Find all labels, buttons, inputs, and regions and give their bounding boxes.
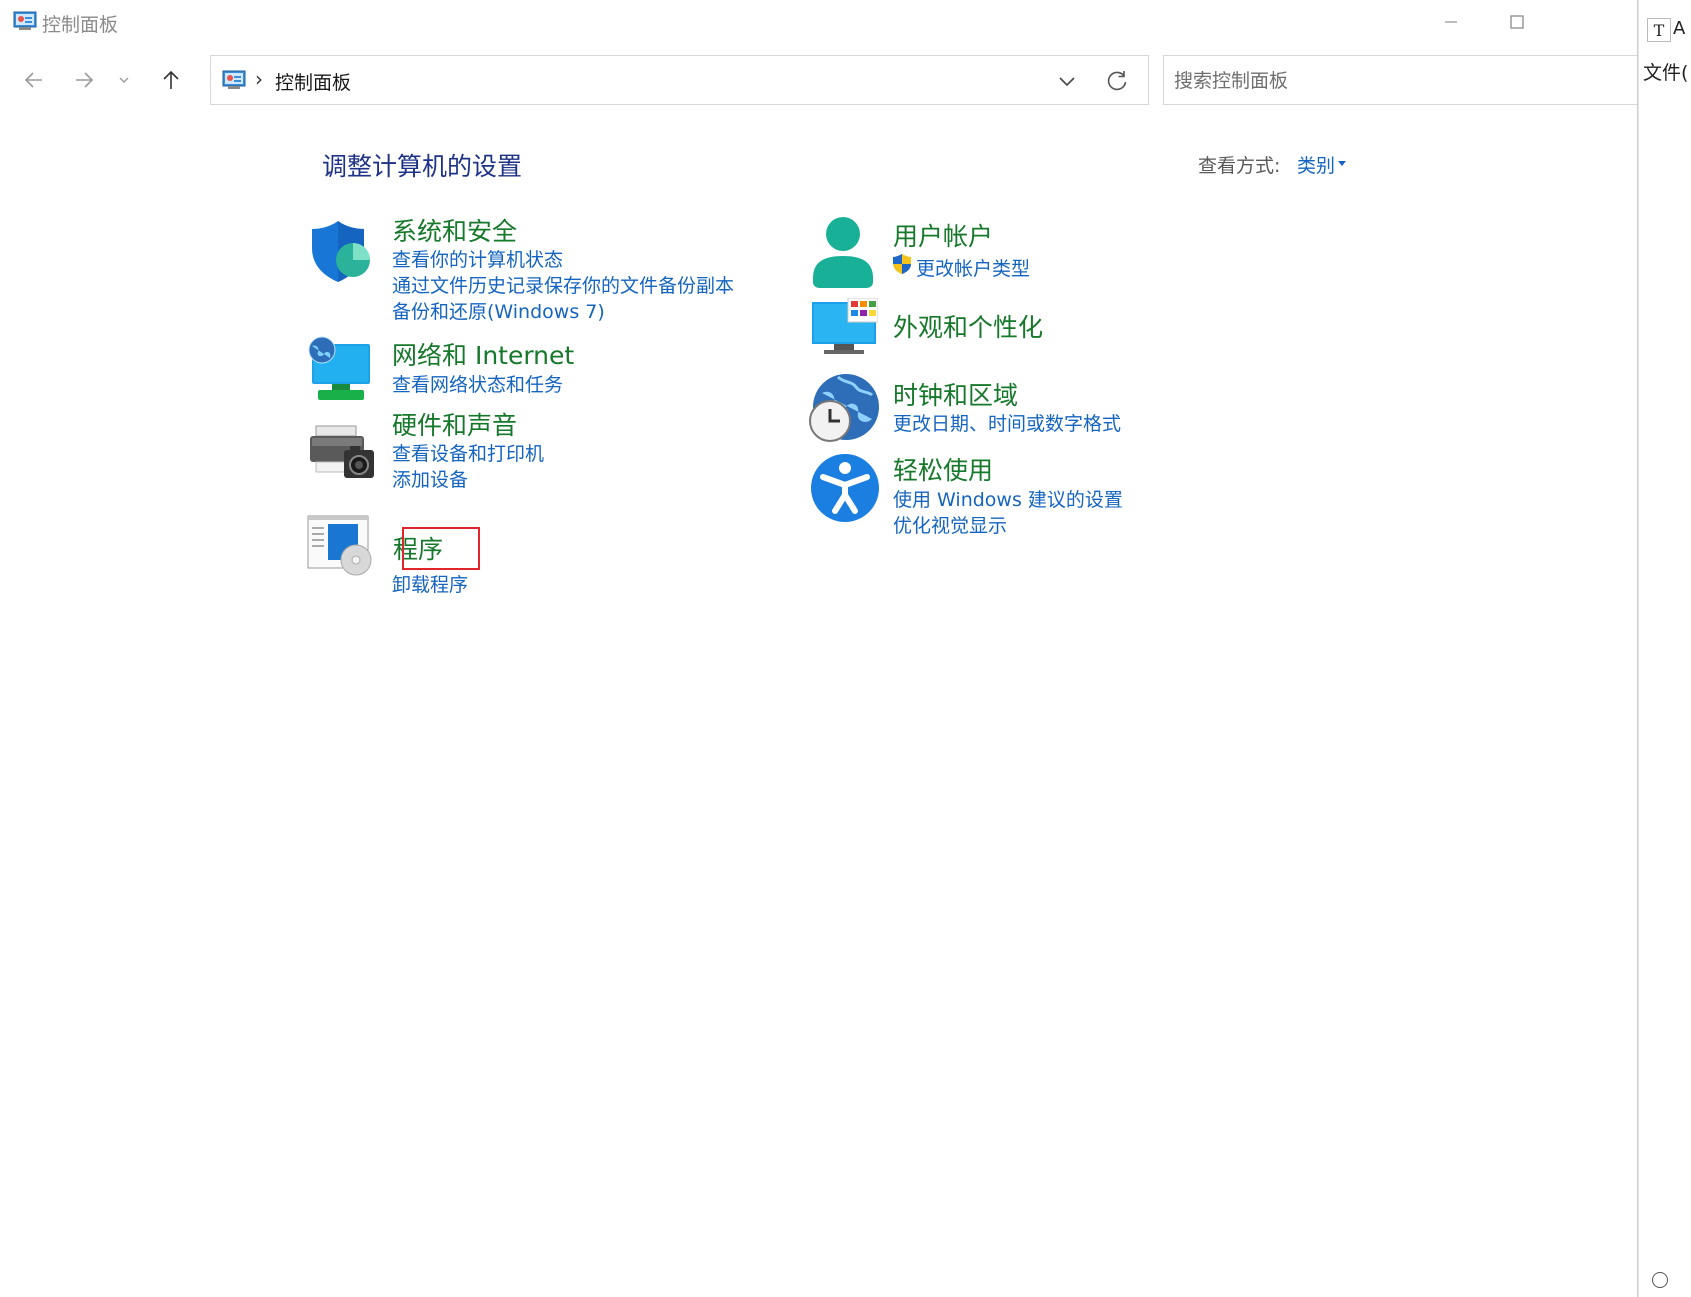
link-view-computer-status[interactable]: 查看你的计算机状态: [392, 245, 563, 272]
search-input[interactable]: [1164, 56, 1649, 106]
maximize-icon: [1510, 15, 1524, 29]
user-icon[interactable]: [810, 216, 876, 288]
link-change-date-time-format[interactable]: 更改日期、时间或数字格式: [893, 409, 1121, 436]
category-system-security[interactable]: 系统和安全: [392, 212, 517, 248]
minimize-icon: [1445, 21, 1457, 23]
printer-camera-icon[interactable]: [308, 424, 376, 484]
accessibility-icon[interactable]: [810, 453, 880, 523]
network-icon[interactable]: [306, 336, 374, 402]
category-network-internet[interactable]: 网络和 Internet: [392, 336, 574, 372]
title-bar: 控制面板: [0, 0, 1637, 44]
link-network-status[interactable]: 查看网络状态和任务: [392, 370, 563, 397]
chevron-down-icon: [119, 77, 129, 83]
forward-button[interactable]: [66, 62, 102, 98]
control-panel-icon: [222, 70, 246, 89]
link-change-account-type[interactable]: 更改帐户类型: [916, 254, 1030, 281]
link-backup-restore[interactable]: 备份和还原(Windows 7): [392, 297, 605, 324]
link-windows-recommended-settings[interactable]: 使用 Windows 建议的设置: [893, 485, 1123, 512]
view-by-label: 查看方式:: [1198, 155, 1281, 177]
window-title: 控制面板: [42, 14, 119, 36]
side-window-title: A: [1673, 18, 1686, 39]
link-file-history[interactable]: 通过文件历史记录保存你的文件备份副本: [392, 271, 734, 298]
breadcrumb-separator-icon: ›: [255, 67, 263, 91]
background-window[interactable]: T A 文件(: [1638, 0, 1691, 1297]
shield-icon[interactable]: [308, 218, 374, 284]
link-optimize-visual-display[interactable]: 优化视觉显示: [893, 511, 1007, 538]
circle-icon[interactable]: [1652, 1272, 1668, 1288]
text-editor-icon: T: [1647, 18, 1671, 42]
address-dropdown-icon[interactable]: [1054, 68, 1080, 94]
maximize-button[interactable]: [1493, 6, 1541, 38]
back-button[interactable]: [16, 62, 52, 98]
category-ease-of-access[interactable]: 轻松使用: [893, 451, 993, 487]
monitor-personalization-icon[interactable]: [810, 298, 878, 358]
navigation-bar: › 控制面板: [0, 52, 1649, 108]
minimize-button[interactable]: [1427, 6, 1475, 38]
caret-down-icon[interactable]: [1338, 161, 1346, 166]
programs-icon[interactable]: [306, 514, 376, 576]
category-appearance-personalization[interactable]: 外观和个性化: [893, 308, 1043, 344]
refresh-icon[interactable]: [1104, 68, 1130, 94]
link-devices-printers[interactable]: 查看设备和打印机: [392, 439, 544, 466]
arrow-left-icon: [24, 72, 42, 88]
breadcrumb-control-panel[interactable]: 控制面板: [275, 68, 351, 95]
control-panel-window: 控制面板 › 控制面板 搜索控制面板 调整计算机的设置 查看方式: 类别 系统和…: [0, 0, 1649, 1297]
arrow-up-icon: [163, 70, 179, 89]
globe-clock-icon[interactable]: [808, 373, 880, 445]
view-by-dropdown[interactable]: 类别: [1297, 151, 1335, 178]
page-heading: 调整计算机的设置: [322, 152, 523, 181]
recent-locations-button[interactable]: [110, 62, 138, 98]
category-clock-region[interactable]: 时钟和区域: [893, 376, 1018, 412]
search-box[interactable]: [1163, 55, 1649, 106]
side-window-file-menu[interactable]: 文件(: [1643, 58, 1688, 85]
link-uninstall-program[interactable]: 卸载程序: [392, 570, 468, 597]
link-add-device[interactable]: 添加设备: [392, 465, 468, 492]
arrow-right-icon: [76, 72, 94, 88]
category-user-accounts[interactable]: 用户帐户: [893, 217, 993, 253]
highlight-box: [402, 527, 480, 570]
address-bar[interactable]: › 控制面板: [210, 55, 1149, 105]
uac-shield-icon: [893, 254, 911, 274]
category-hardware-sound[interactable]: 硬件和声音: [392, 406, 517, 442]
up-button[interactable]: [153, 62, 189, 98]
control-panel-icon: [13, 11, 37, 30]
